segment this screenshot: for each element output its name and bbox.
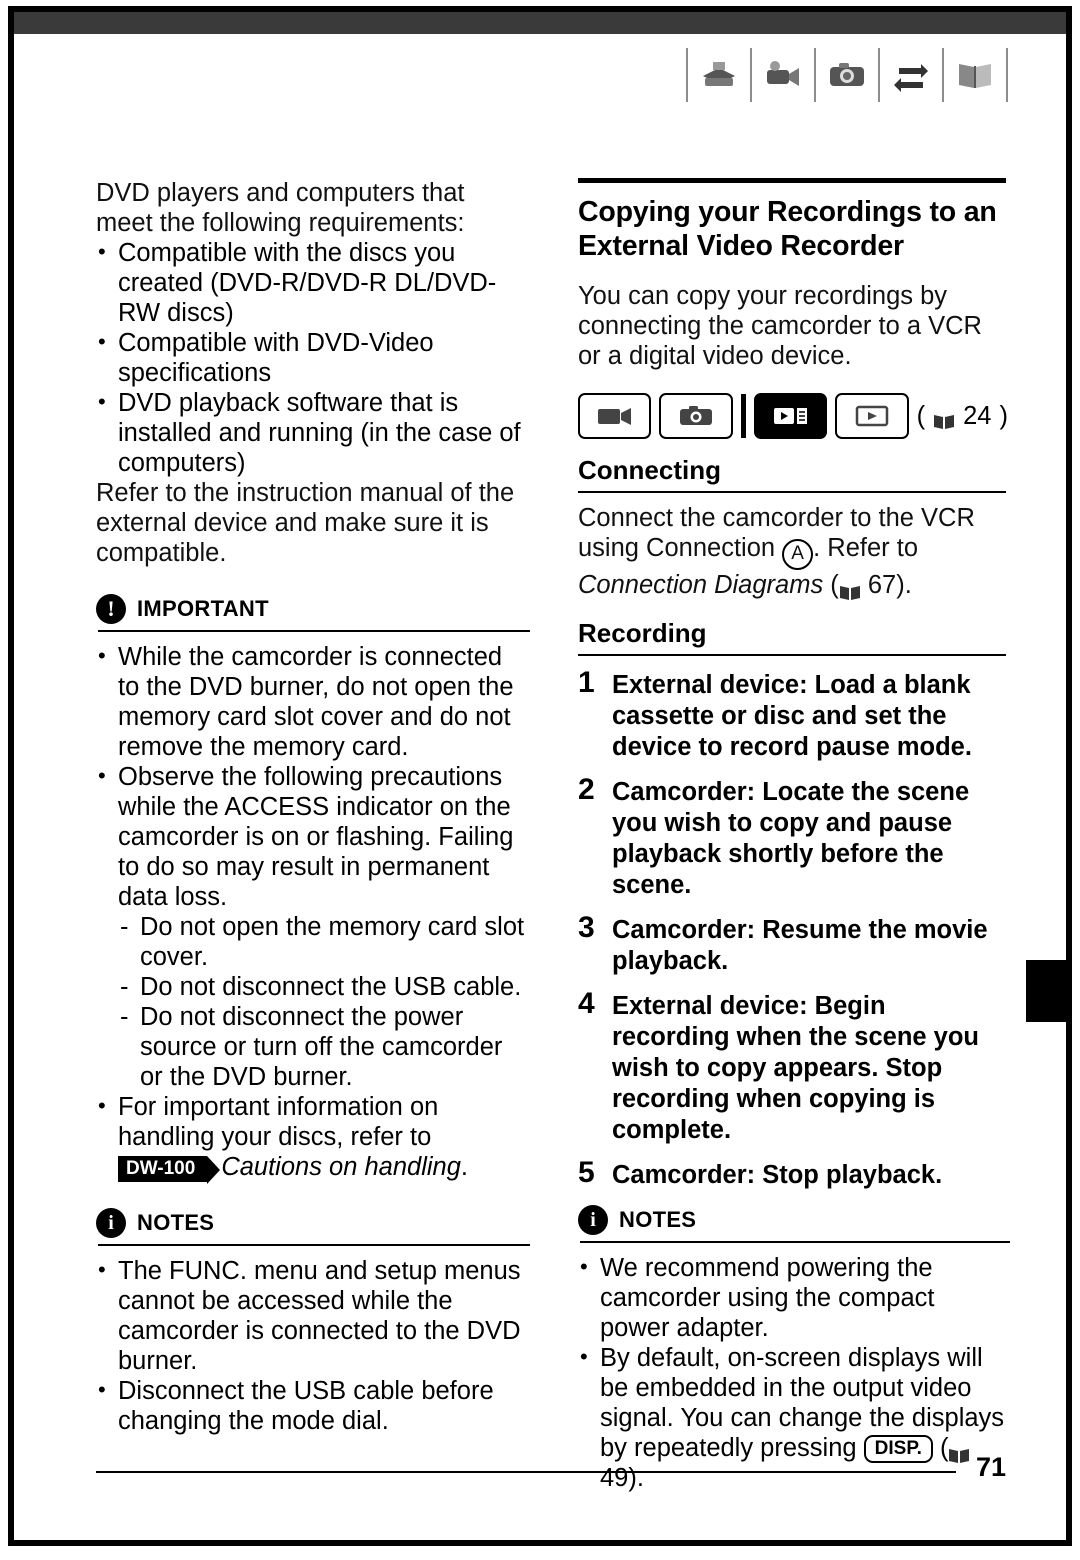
paren-close: ) [999, 401, 1008, 430]
step-number: 5 [578, 1156, 595, 1189]
notes-callout-right: i NOTES We recommend powering the camcor… [578, 1205, 1010, 1493]
camcorder-icon [752, 48, 816, 102]
important-list: While the camcorder is connected to the … [96, 641, 528, 912]
step-text: Camcorder: Resume the movie playback. [612, 916, 988, 975]
left-column: DVD players and computers that meet the … [96, 178, 530, 1436]
connecting-text-after: . Refer to [813, 534, 919, 562]
handling-text-suffix: . [460, 1153, 469, 1181]
right-column: Copying your Recordings to an External V… [578, 178, 1010, 1493]
list-item: For important information on handling yo… [96, 1091, 528, 1184]
list-item: While the camcorder is connected to the … [96, 641, 528, 762]
requirements-list: Compatible with the discs you created (D… [96, 237, 528, 478]
page-border-bottom [8, 1540, 1072, 1546]
recording-heading: Recording [578, 618, 707, 648]
list-item: Disconnect the USB cable before changing… [96, 1375, 528, 1436]
notes-list: The FUNC. menu and setup menus cannot be… [96, 1255, 528, 1436]
disp-button-badge: DISP. [863, 1435, 933, 1463]
important-title: IMPORTANT [137, 596, 269, 621]
step-number: 1 [578, 666, 595, 699]
mode-indicator-row: ( 24 ) [578, 393, 1008, 439]
document-page: DVD players and computers that meet the … [0, 0, 1080, 1560]
page-title: Copying your Recordings to an External V… [578, 196, 997, 262]
important-callout: ! IMPORTANT While the camcorder is conne… [96, 594, 530, 1184]
step-item: 1 External device: Load a blank cassette … [578, 666, 1008, 763]
paren-open: ( [916, 401, 926, 430]
sub-list-item: Do not disconnect the USB cable. [118, 972, 528, 1002]
notes-list: We recommend powering the camcorder usin… [578, 1252, 1008, 1493]
connecting-closing: ). [896, 571, 912, 599]
notes-title: NOTES [137, 1210, 215, 1235]
movie-record-mode-icon [578, 393, 652, 439]
step-text: External device: Begin recording when th… [612, 992, 979, 1144]
list-item: DVD playback software that is installed … [96, 387, 528, 478]
manual-icon [944, 48, 1008, 102]
step-number: 4 [578, 987, 595, 1020]
movie-playback-mode-icon [754, 393, 828, 439]
notes-callout-left: i NOTES The FUNC. menu and setup menus c… [96, 1208, 530, 1436]
list-item: Compatible with the discs you created (D… [96, 237, 528, 328]
page-number: 71 [975, 1452, 1006, 1482]
photo-playback-mode-icon [835, 393, 909, 439]
refer-note: Refer to the instruction manual of the e… [96, 479, 515, 567]
mode-separator [740, 394, 747, 438]
dvd-burner-icon [686, 48, 752, 102]
connecting-page-number: 67 [867, 571, 897, 599]
page-border-left [8, 6, 14, 1546]
mode-page-ref: ( 24 ) [917, 402, 1008, 431]
step-number: 2 [578, 773, 595, 806]
handling-italic-ref: Cautions on handling [221, 1153, 461, 1181]
sub-list-item: Do not open the memory card slot cover. [118, 912, 528, 972]
notes-title: NOTES [619, 1207, 697, 1232]
info-icon: i [578, 1205, 608, 1235]
book-icon [839, 578, 861, 600]
edge-tab-marker [1026, 960, 1072, 1022]
transfer-icon [880, 48, 944, 102]
connection-diagrams-ref: Connection Diagrams [578, 571, 824, 599]
step-text: External device: Load a blank cassette o… [612, 671, 972, 761]
list-item: The FUNC. menu and setup menus cannot be… [96, 1255, 528, 1376]
disp-page-number: 49 [600, 1464, 629, 1492]
list-item: We recommend powering the camcorder usin… [578, 1252, 1008, 1343]
dw100-badge: DW-100 [118, 1156, 221, 1184]
sub-list-item: Do not disconnect the power source or tu… [118, 1002, 528, 1092]
step-item: 3 Camcorder: Resume the movie playback. [578, 911, 1008, 977]
exclamation-icon: ! [96, 594, 126, 624]
camera-icon [816, 48, 880, 102]
header-bar [14, 12, 1066, 34]
step-item: 5 Camcorder: Stop playback. [578, 1156, 1008, 1191]
section-intro: You can copy your recordings by connecti… [578, 282, 982, 370]
header-icon-strip [686, 48, 1008, 102]
connection-letter-badge: A [782, 539, 814, 570]
book-icon [933, 408, 955, 429]
intro-paragraph: DVD players and computers that meet the … [96, 179, 465, 237]
step-item: 2 Camcorder: Locate the scene you wish to… [578, 773, 1008, 901]
list-item: Observe the following precautions while … [96, 761, 528, 912]
title-rule [578, 178, 1006, 183]
connecting-heading: Connecting [578, 455, 721, 485]
footer-divider [96, 1471, 956, 1473]
book-icon [948, 1441, 970, 1463]
info-icon: i [96, 1208, 126, 1238]
handling-text-prefix: For important information on handling yo… [118, 1093, 439, 1151]
page-border-right [1066, 6, 1072, 1546]
step-number: 3 [578, 911, 595, 944]
step-text: Camcorder: Stop playback. [612, 1161, 943, 1189]
step-text: Camcorder: Locate the scene you wish to … [612, 778, 970, 899]
recording-steps: 1 External device: Load a blank cassette … [578, 666, 1008, 1191]
photo-record-mode-icon [659, 393, 733, 439]
mode-page-number: 24 [963, 401, 992, 430]
note-text: By default, on-screen displays will be e… [600, 1344, 1005, 1462]
connecting-text: Connect the camcorder to the VCR using C… [578, 504, 975, 600]
disp-closing: ). [628, 1464, 644, 1492]
step-item: 4 External device: Begin recording when t… [578, 987, 1008, 1146]
list-item: Compatible with DVD-Video specifications [96, 327, 528, 388]
important-list-continued: For important information on handling yo… [96, 1091, 528, 1184]
divider [578, 654, 1006, 656]
